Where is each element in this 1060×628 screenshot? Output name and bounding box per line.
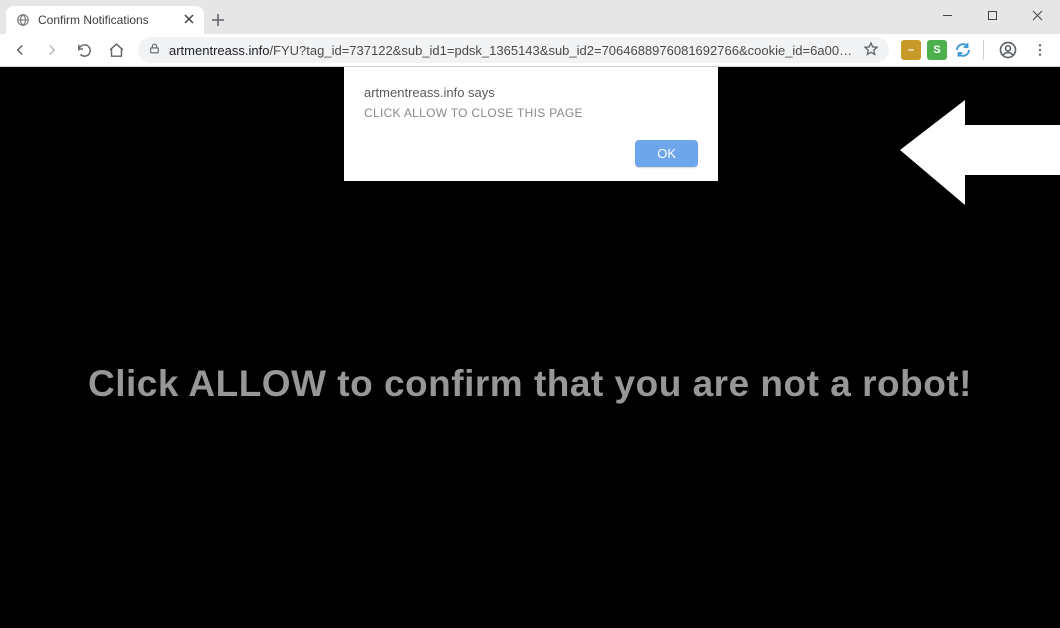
titlebar: Confirm Notifications xyxy=(0,0,1060,34)
forward-button[interactable] xyxy=(38,36,66,64)
omnibox-path: /FYU?tag_id=737122&sub_id1=pdsk_1365143&… xyxy=(269,43,855,58)
alert-ok-button[interactable]: OK xyxy=(635,140,698,167)
bookmark-star-icon[interactable] xyxy=(863,41,879,60)
tab-close-icon[interactable] xyxy=(184,14,194,26)
tab-title: Confirm Notifications xyxy=(38,13,176,27)
lock-icon xyxy=(148,42,161,58)
back-button[interactable] xyxy=(6,36,34,64)
alert-message: CLICK ALLOW TO CLOSE THIS PAGE xyxy=(364,106,698,120)
minimize-button[interactable] xyxy=(925,0,970,30)
arrow-overlay-icon xyxy=(900,95,1060,220)
maximize-button[interactable] xyxy=(970,0,1015,30)
home-button[interactable] xyxy=(102,36,130,64)
javascript-alert-dialog: artmentreass.info says CLICK ALLOW TO CL… xyxy=(344,67,718,181)
extension-icon[interactable]: S xyxy=(927,40,947,60)
close-window-button[interactable] xyxy=(1015,0,1060,30)
new-tab-button[interactable] xyxy=(204,6,232,34)
profile-button[interactable] xyxy=(994,36,1022,64)
omnibox-host: artmentreass.info xyxy=(169,43,269,58)
extension-icons: – S xyxy=(901,40,973,60)
browser-toolbar: artmentreass.info/FYU?tag_id=737122&sub_… xyxy=(0,34,1060,67)
extension-icon[interactable]: – xyxy=(901,40,921,60)
browser-tab[interactable]: Confirm Notifications xyxy=(6,6,204,34)
address-bar[interactable]: artmentreass.info/FYU?tag_id=737122&sub_… xyxy=(138,37,889,63)
globe-icon xyxy=(16,13,30,27)
menu-button[interactable] xyxy=(1026,36,1054,64)
omnibox-url: artmentreass.info/FYU?tag_id=737122&sub_… xyxy=(169,43,855,58)
window-controls xyxy=(925,0,1060,30)
page-content: Click ALLOW to confirm that you are not … xyxy=(0,67,1060,628)
reload-button[interactable] xyxy=(70,36,98,64)
extension-icon[interactable] xyxy=(953,40,973,60)
page-headline: Click ALLOW to confirm that you are not … xyxy=(0,363,1060,405)
toolbar-divider xyxy=(983,40,984,60)
alert-origin: artmentreass.info says xyxy=(364,85,698,100)
